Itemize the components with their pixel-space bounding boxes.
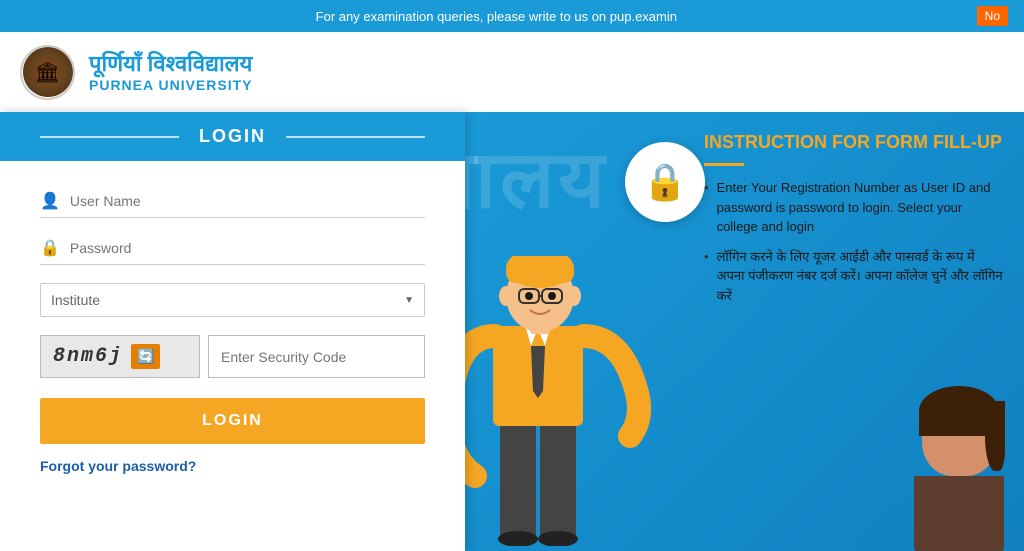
username-input[interactable] [70, 189, 425, 213]
instructions-panel: INSTRUCTION FOR FORM FILL-UP • Enter You… [704, 132, 1004, 315]
institute-select[interactable]: Institute [51, 292, 404, 308]
login-panel: LOGIN 👤 🔒 Institute ▼ [0, 112, 465, 551]
university-name-container: पूर्णियाँ विश्वविद्यालय PURNEA UNIVERSIT… [89, 51, 253, 93]
woman-head [922, 391, 997, 476]
username-group: 👤 [40, 189, 425, 218]
lock-icon-container: 🔒 [625, 142, 705, 222]
notice-text: For any examination queries, please writ… [16, 9, 977, 24]
university-name-english: PURNEA UNIVERSITY [89, 77, 253, 93]
bullet-1: • [704, 178, 709, 237]
list-item: • लॉगिन करने के लिए यूजर आईडी और पासवर्ड… [704, 247, 1004, 306]
woman-hair-side [985, 401, 1005, 471]
login-header: LOGIN [0, 112, 465, 161]
login-button[interactable]: LOGIN [40, 398, 425, 444]
header-line-right [286, 136, 425, 138]
top-bar: For any examination queries, please writ… [0, 0, 1024, 32]
password-group: 🔒 [40, 236, 425, 265]
logo-inner [23, 47, 73, 97]
padlock-icon: 🔒 [643, 161, 688, 203]
instruction-text-2: लॉगिन करने के लिए यूजर आईडी और पासवर्ड क… [717, 247, 1004, 306]
header: पूर्णियाँ विश्वविद्यालय PURNEA UNIVERSIT… [0, 32, 1024, 112]
password-wrapper: 🔒 [40, 236, 425, 265]
captcha-refresh-button[interactable]: 🔄 [131, 344, 160, 369]
captcha-value: 8nm6j [53, 345, 123, 368]
password-input[interactable] [70, 236, 425, 260]
lock-icon: 🔒 [40, 238, 60, 258]
main-area: विश्वविद्यालय LOGIN 👤 🔒 Instit [0, 112, 1024, 551]
notify-button[interactable]: No [977, 6, 1008, 26]
institute-wrapper: Institute ▼ [40, 283, 425, 317]
instruction-text-1: Enter Your Registration Number as User I… [717, 178, 1004, 237]
bullet-2: • [704, 247, 709, 306]
university-name-hindi: पूर्णियाँ विश्वविद्यालय [89, 51, 253, 77]
list-item: • Enter Your Registration Number as User… [704, 178, 1004, 237]
select-arrow-icon: ▼ [404, 295, 414, 306]
instruction-list: • Enter Your Registration Number as User… [704, 178, 1004, 305]
woman-body [914, 476, 1004, 551]
character-svg [465, 256, 655, 546]
header-line-left [40, 136, 179, 138]
captcha-row: 8nm6j 🔄 [40, 335, 425, 378]
captcha-input[interactable] [208, 335, 425, 378]
woman-illustration [904, 391, 1014, 551]
instruction-underline [704, 163, 744, 166]
forgot-password-link[interactable]: Forgot your password? [40, 458, 196, 474]
user-icon: 👤 [40, 191, 60, 211]
instruction-title: INSTRUCTION FOR FORM FILL-UP [704, 132, 1004, 153]
login-title: LOGIN [199, 126, 266, 147]
username-wrapper: 👤 [40, 189, 425, 218]
university-logo [20, 45, 75, 100]
character-container [465, 256, 655, 551]
captcha-box: 8nm6j 🔄 [40, 335, 200, 378]
lock-circle: 🔒 [625, 142, 705, 222]
institute-group: Institute ▼ [40, 283, 425, 317]
